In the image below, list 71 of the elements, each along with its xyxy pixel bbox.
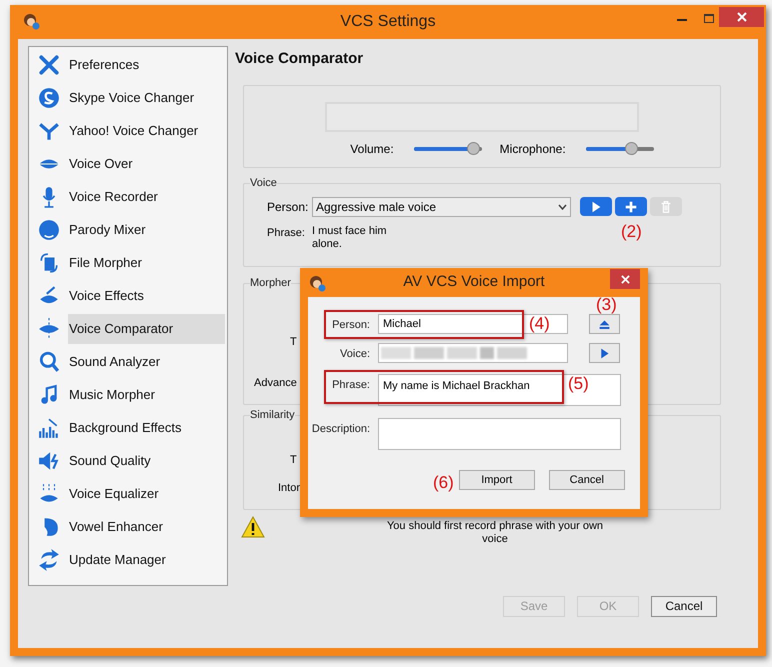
play-button[interactable] [580,197,612,216]
sidebar-item[interactable]: Sound Quality [68,446,225,476]
sidebar-item[interactable]: Voice Equalizer [68,478,225,508]
slider-label: Microphone: [500,140,566,158]
sidebar-item[interactable]: Music Morpher [68,380,225,410]
panel-title: Voice Comparator [235,49,364,69]
bubble-icon [38,86,60,108]
close-icon [620,274,630,284]
chevron-icon [558,204,567,210]
field-label: Description: [310,422,371,437]
sidebar-item[interactable]: Update Manager [68,544,225,574]
app-icon [308,274,326,292]
sidebar-item[interactable]: Yahoo! Voice Changer [68,116,225,146]
speaker-icon [38,450,60,472]
arrows-icon [38,548,60,570]
sidebar-item[interactable]: Voice Over [68,148,225,178]
plus-icon [624,200,638,214]
dialog-button[interactable]: Import [458,470,535,490]
window-title: VCS Settings [340,12,436,32]
slider-thumb[interactable] [467,142,480,154]
dialog-button[interactable]: Cancel [548,470,625,490]
sidebar-item[interactable]: Parody Mixer [68,214,225,244]
callout-label: (5) [568,373,589,395]
close-button[interactable] [610,269,640,289]
sidebar-item[interactable]: Sound Analyzer [68,346,225,376]
field-label: Phrase: [267,226,306,240]
plus-button[interactable] [615,197,647,216]
dialog-button[interactable]: Cancel [651,596,717,616]
document-icon [38,252,60,274]
callout-label: (6) [433,472,454,494]
sidebar-item[interactable]: Background Effects [68,412,225,442]
close-icon [736,12,746,22]
eject-icon [598,318,611,330]
eject-button[interactable] [589,314,620,334]
field-label: Phrase: [331,378,371,393]
person-dropdown[interactable]: Aggressive male voice [312,196,571,216]
slider-label: Volume: [350,140,394,158]
dialog-title: AV VCS Voice Import [403,272,545,292]
warning-icon [241,516,265,538]
phrase-text: I must face him alone. [312,224,388,250]
app-icon [22,12,40,30]
field-label: Intor [278,480,300,496]
field-label: Person: [331,318,371,333]
sidebar-item[interactable]: Voice Recorder [68,182,225,212]
sidebar-item[interactable]: Skype Voice Changer [68,82,225,112]
sidebar-item[interactable]: Vowel Enhancer [68,512,225,542]
field-label: T [290,452,297,468]
dropdown-value: Aggressive male voice [316,198,436,216]
play-button[interactable] [589,343,620,363]
magnifier-icon [38,350,60,372]
close-button[interactable] [719,7,764,27]
slider-thumb[interactable] [624,142,638,154]
bars-icon [38,416,60,438]
sidebar-item[interactable]: File Morpher [68,248,225,278]
sidebar-item[interactable]: Voice Effects [68,280,225,310]
text-field[interactable] [378,343,568,363]
warning-message: You should first record phrase with your own voice [386,520,604,546]
field-label: Advance [254,376,297,390]
callout-label: (2) [621,221,642,243]
field-label: T [290,334,297,350]
field-label: Voice: [339,347,371,362]
sidebar-item[interactable]: Voice Comparator [68,314,225,344]
lips-icon [38,482,60,504]
callout-label: (3) [596,294,617,316]
lips-icon [38,318,60,340]
sidebar-item[interactable]: Preferences [68,50,225,80]
trash-icon [659,200,673,214]
field-label: Person: [267,198,310,216]
tools-icon [38,54,60,76]
maximize-button[interactable] [704,14,714,23]
callout-label: (4) [529,313,550,335]
